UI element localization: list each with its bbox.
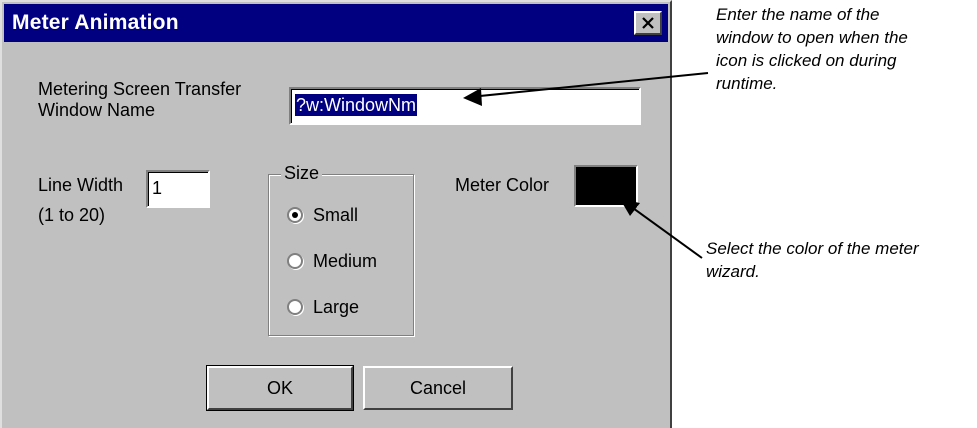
window-name-arrow [463,72,709,106]
color-arrow [620,199,703,259]
callout-arrows [463,72,709,259]
